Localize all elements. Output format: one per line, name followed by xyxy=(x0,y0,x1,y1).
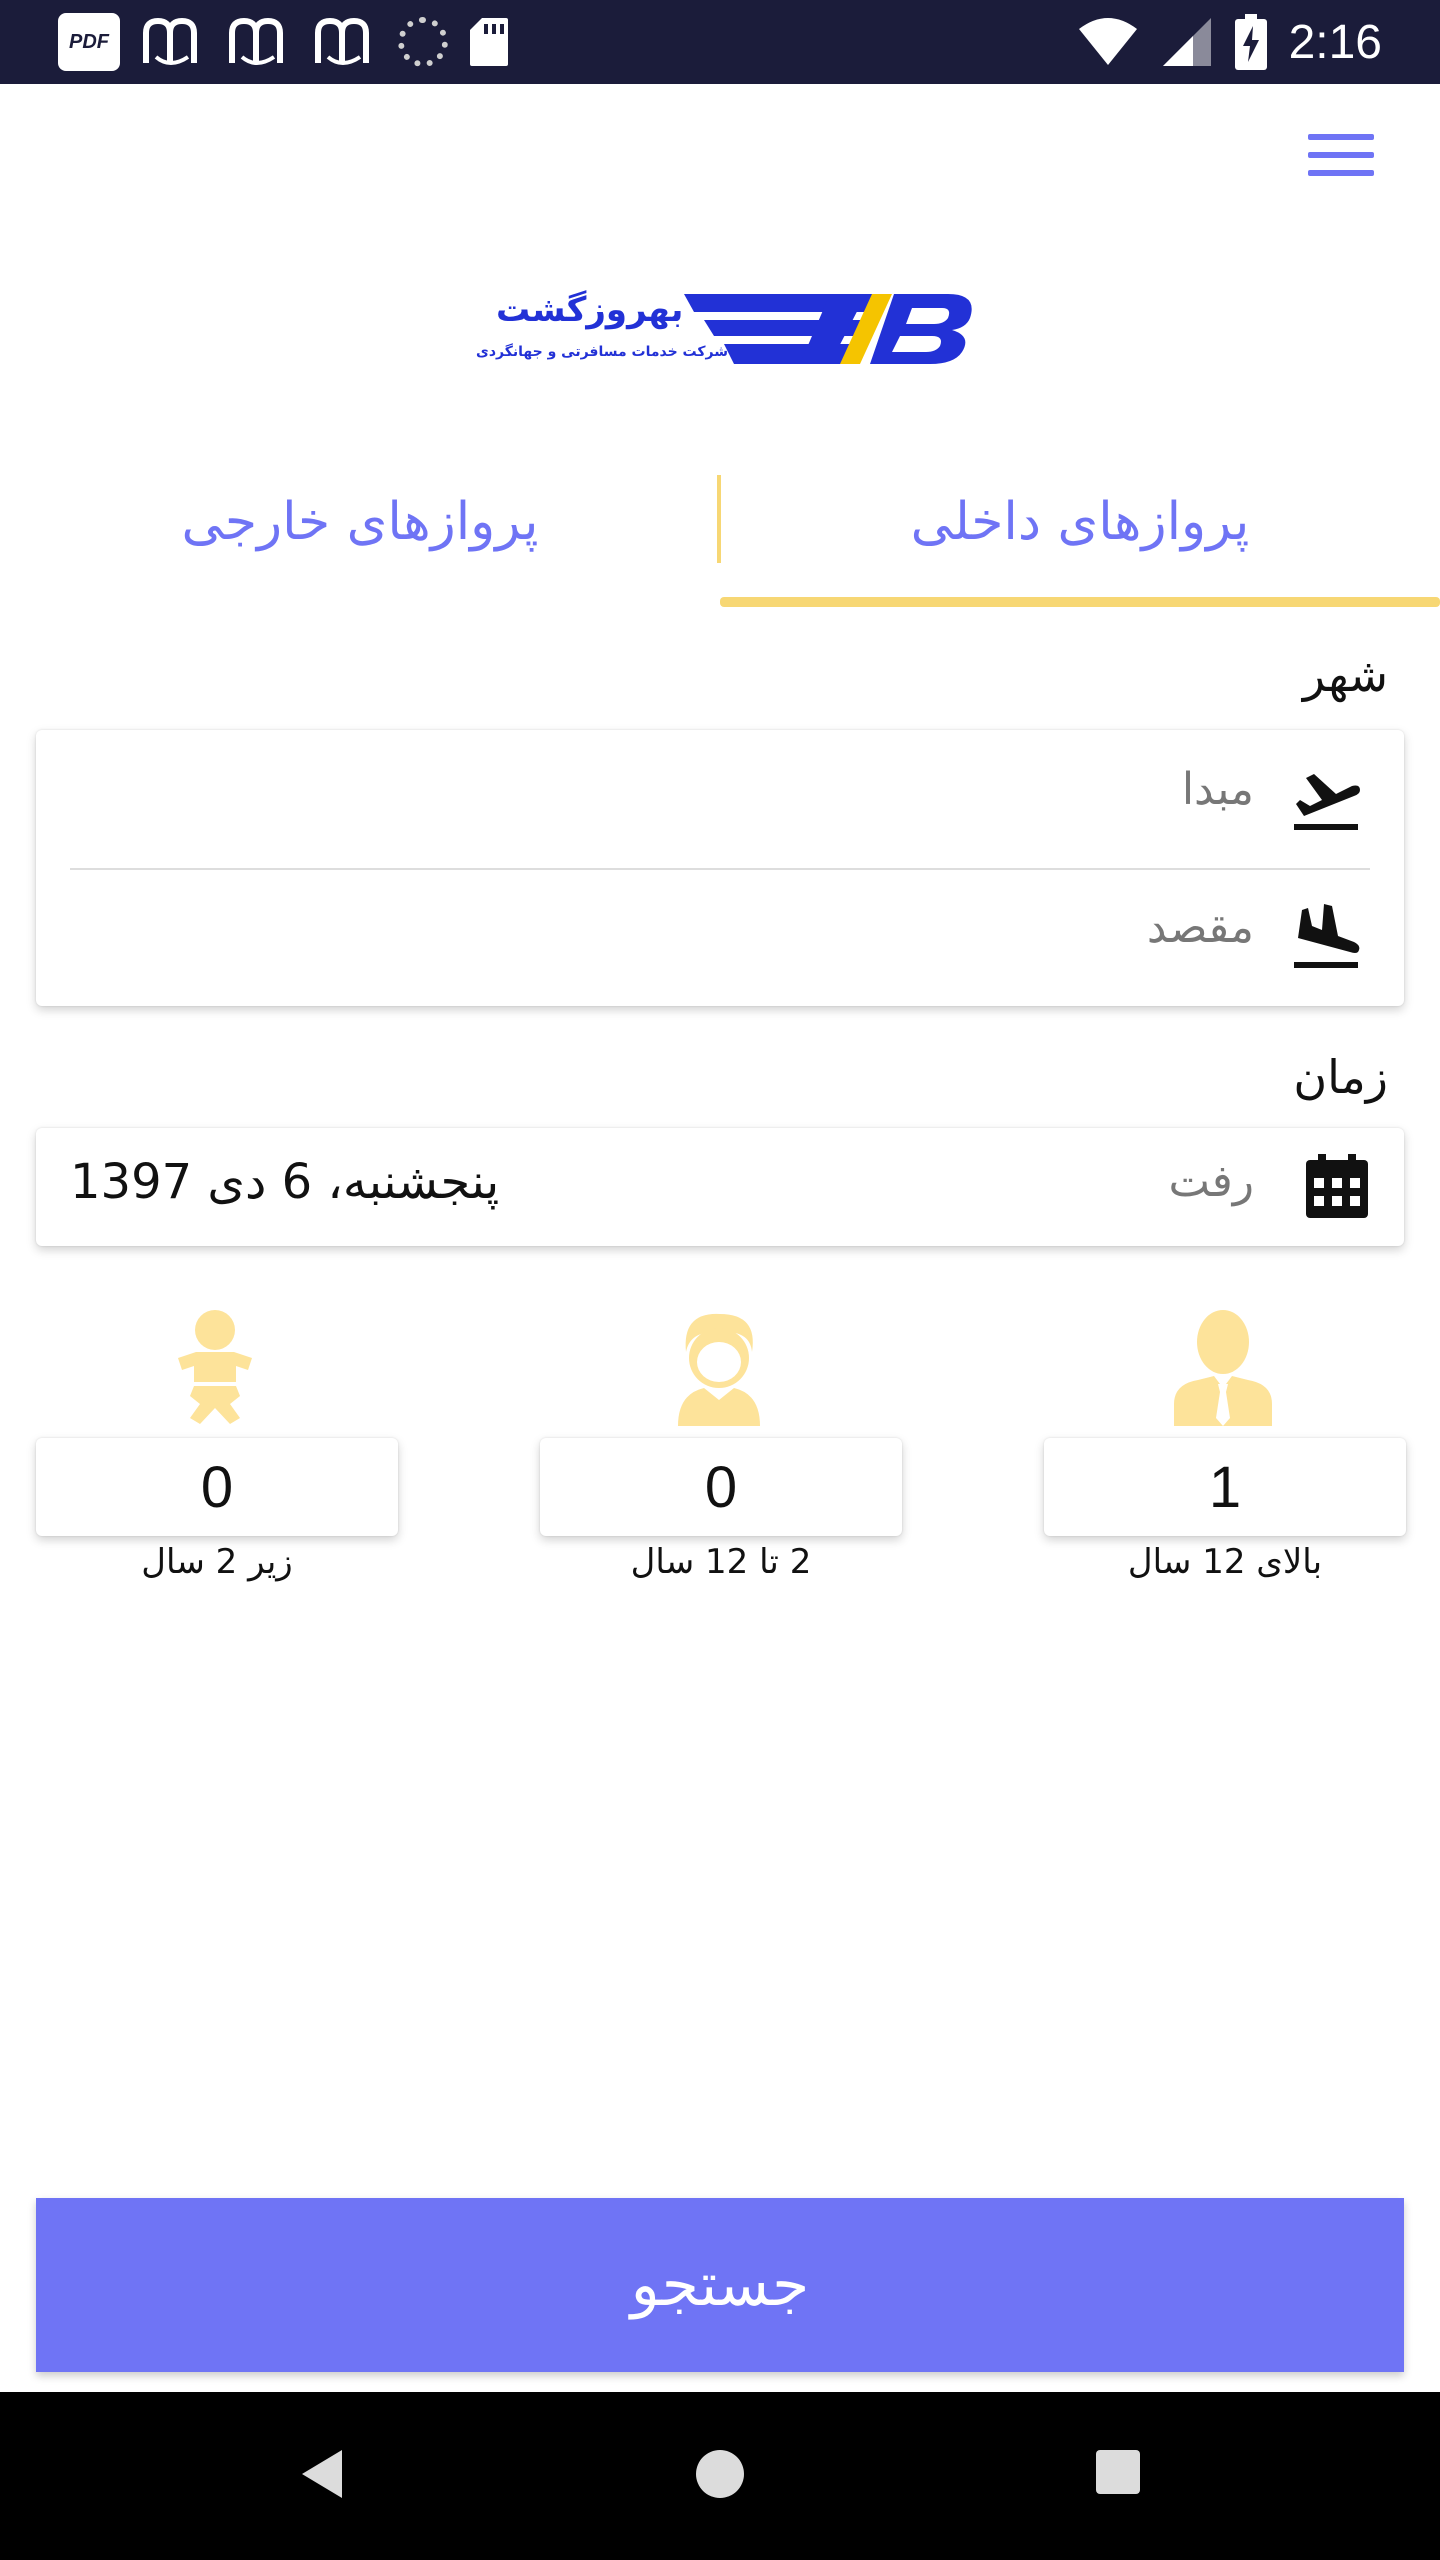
city-card: مبدا مقصد xyxy=(36,730,1404,1006)
status-bar: PDF 2:16 xyxy=(0,0,1440,84)
pdf-icon: PDF xyxy=(58,13,120,71)
battery-charging-icon xyxy=(1234,14,1267,70)
m-app-icon xyxy=(229,17,283,65)
status-notifications: PDF xyxy=(58,13,510,71)
spinner-icon xyxy=(398,17,448,67)
depart-date-value: پنجشنبه، 6 دی 1397 xyxy=(70,1154,500,1210)
infant-label: زیر 2 سال xyxy=(141,1542,293,1582)
logo-title: بهروزگشت xyxy=(496,290,684,330)
wifi-icon xyxy=(1078,18,1137,65)
back-icon[interactable] xyxy=(296,2446,346,2502)
child-passenger-group: 0 2 تا 12 سال xyxy=(536,1300,902,1600)
child-count[interactable]: 0 xyxy=(540,1438,902,1536)
calendar-icon xyxy=(1306,1154,1368,1218)
infant-passenger-group: 0 زیر 2 سال xyxy=(32,1300,398,1600)
company-logo: بهروزگشت شرکت خدمات مسافرتی و جهانگردی xyxy=(470,282,980,382)
home-icon[interactable] xyxy=(696,2450,744,2498)
flight-landing-icon xyxy=(1294,904,1360,968)
destination-placeholder: مقصد xyxy=(1146,902,1254,953)
clock: 2:16 xyxy=(1288,15,1382,69)
flight-tabs: پروازهای خارجی پروازهای داخلی xyxy=(0,455,1440,615)
depart-label: رفت xyxy=(1168,1156,1255,1207)
adult-icon xyxy=(1174,1310,1272,1426)
infant-count[interactable]: 0 xyxy=(36,1438,398,1536)
tab-foreign-flights[interactable]: پروازهای خارجی xyxy=(0,455,720,615)
logo-mark-icon xyxy=(684,294,972,364)
hamburger-icon xyxy=(1308,134,1374,140)
city-section-label: شهر xyxy=(1302,648,1388,702)
adult-count[interactable]: 1 xyxy=(1044,1438,1406,1536)
adult-passenger-group: 1 بالای 12 سال xyxy=(1040,1300,1406,1600)
child-label: 2 تا 12 سال xyxy=(630,1542,812,1582)
m-app-icon xyxy=(315,17,369,65)
hamburger-menu-button[interactable] xyxy=(1306,130,1376,180)
origin-field[interactable]: مبدا xyxy=(36,730,1404,868)
adult-label: بالای 12 سال xyxy=(1127,1542,1323,1582)
hamburger-icon-line xyxy=(1308,170,1374,176)
infant-icon xyxy=(178,1310,252,1424)
sd-card-icon xyxy=(470,18,508,66)
depart-date-field[interactable]: رفت پنجشنبه، 6 دی 1397 xyxy=(36,1128,1404,1246)
tab-domestic-flights[interactable]: پروازهای داخلی xyxy=(720,455,1440,615)
hamburger-icon-line xyxy=(1308,152,1374,158)
origin-placeholder: مبدا xyxy=(1181,764,1254,815)
m-app-icon xyxy=(143,17,197,65)
time-section-label: زمان xyxy=(1293,1050,1388,1104)
recent-apps-icon[interactable] xyxy=(1096,2450,1140,2494)
status-system: 2:16 xyxy=(1077,14,1382,70)
destination-field[interactable]: مقصد xyxy=(36,868,1404,1006)
child-icon xyxy=(678,1313,760,1426)
search-button[interactable]: جستجو xyxy=(36,2198,1404,2372)
android-nav-bar xyxy=(0,2392,1440,2560)
cell-signal-icon xyxy=(1162,18,1211,66)
flight-takeoff-icon xyxy=(1294,774,1360,830)
active-tab-indicator xyxy=(720,597,1440,607)
